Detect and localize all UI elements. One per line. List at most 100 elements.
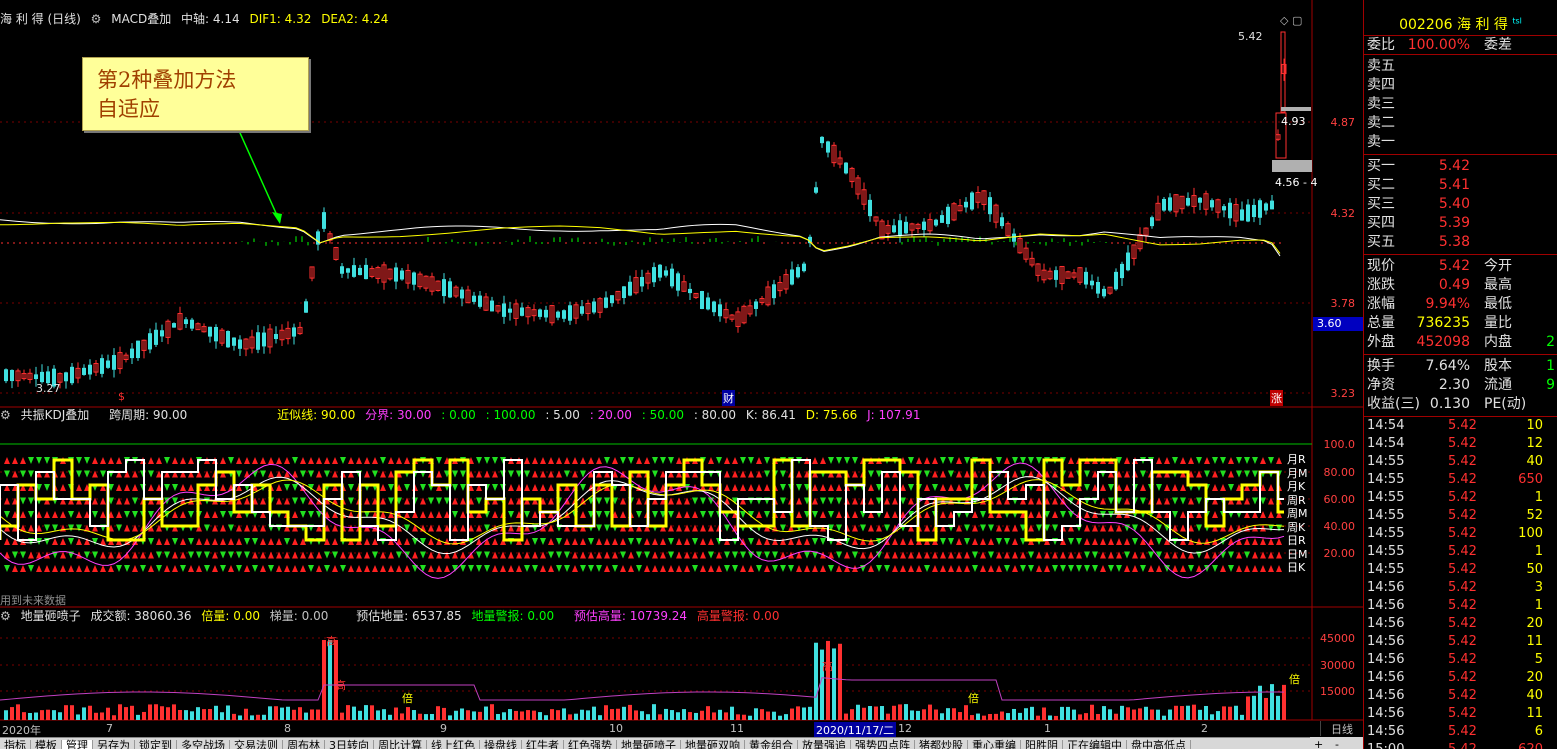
settings-gear-icon[interactable]: ⚙ [91,12,102,26]
kdj-arrow [788,565,794,572]
bottom-tab[interactable]: 地量砸喷子 [617,740,681,749]
trade-qty: 1 [1534,490,1543,505]
y-label-vol-3: 15000 [1320,685,1355,698]
kdj-arrow [1060,551,1066,559]
sell-order-row[interactable]: 卖三 [1364,95,1557,114]
kdj-arrow [796,470,802,478]
trade-time: 14:55 [1367,472,1405,487]
volume-bar [1186,705,1190,720]
kdj-arrow [1180,484,1186,491]
volume-bar [454,710,458,720]
kdj-arrow [908,565,914,572]
trade-time: 15:00 [1367,741,1404,749]
volume-bar [1210,714,1214,720]
bottom-tab[interactable]: 线上红色 [427,740,480,749]
chart-area[interactable]: 海 利 得 (日线) ⚙ MACD叠加 中轴: 4.14 DIF1: 4.32 … [0,0,1363,749]
indicator-name[interactable]: MACD叠加 [111,12,171,26]
kdj-arrow [596,565,602,572]
bottom-tab[interactable]: 黄金组合 [745,740,798,749]
kdj-arrow [1228,524,1234,532]
bottom-tab[interactable]: 3日转向 [325,740,374,749]
volume-bar [646,714,650,720]
candle-down [814,187,818,193]
bottom-tab[interactable]: 地量砸双响 [681,740,745,749]
kdj-arrow [1180,524,1186,532]
volume-bar [1198,709,1202,720]
bottom-tab[interactable]: 正在编辑中 [1063,740,1127,749]
sell-order-row[interactable]: 卖一 [1364,133,1557,152]
kdj-arrow [316,470,322,478]
volume-bar [1006,713,1010,720]
kdj-arrow [1036,565,1042,572]
window-toggle-icons[interactable]: ◇ ▢ [1280,14,1302,27]
sell-order-row[interactable]: 卖二 [1364,114,1557,133]
sell-order-row[interactable]: 卖五 [1364,57,1557,76]
bottom-tab[interactable]: 模板 [31,740,62,749]
kdj-arrow [1236,457,1242,464]
bottom-tab[interactable]: 管理 [62,740,93,749]
buy-order-row[interactable]: 买二 5.41 [1364,176,1557,195]
kdj-arrow [1116,565,1122,572]
kdj-arrow [108,457,114,464]
kdj-row-label: 周R [1287,493,1306,507]
y-label-kdj-1: 100.0 [1323,438,1356,451]
volume-bar [796,706,800,720]
kdj-arrow [60,538,66,545]
kdj-arrow [164,538,170,545]
kdj-arrow [84,551,90,559]
buy-order-row[interactable]: 买四 5.39 [1364,214,1557,233]
volume-bar [1174,705,1178,720]
bottom-tab[interactable]: 锁定到 [135,740,177,749]
bottom-tab[interactable]: 另存为 [93,740,135,749]
buy-order-row[interactable]: 买三 5.40 [1364,195,1557,214]
bottom-tab[interactable]: 红色强势 [564,740,617,749]
cai-marker[interactable]: 财 [722,390,735,406]
bottom-tab[interactable]: 放量强追 [798,740,851,749]
candle-down [604,297,608,308]
bottom-tab[interactable]: 多空战场 [177,740,230,749]
bottom-tab[interactable]: 猪都炒股 [915,740,968,749]
bottom-tab[interactable]: 交易法则 [230,740,283,749]
bottom-tab[interactable]: 指标 [0,740,31,749]
kdj-arrow [812,484,818,491]
kdj-arrow [1196,524,1202,532]
kdj-arrow [852,551,858,559]
zoom-out-button[interactable]: - [1331,738,1343,749]
kdj-arrow [1084,524,1090,532]
kdj-arrow [316,457,322,464]
kdj-arrow [668,538,674,545]
bottom-tab[interactable]: 重心重编 [968,740,1021,749]
candle-down [160,330,164,337]
bottom-tab[interactable]: 强势四点阵 [851,740,915,749]
bottom-tab[interactable]: 周比计算 [374,740,427,749]
kdj-arrow [276,565,282,572]
period-button[interactable]: 日线 [1320,721,1363,736]
kdj-arrow [868,470,874,478]
zhang-marker[interactable]: 涨 [1270,390,1283,406]
bottom-tab[interactable]: 红牛者 [522,740,564,749]
sell-order-row[interactable]: 卖四 [1364,76,1557,95]
buy-order-row[interactable]: 买一 5.42 [1364,157,1557,176]
volume-bar [136,714,140,720]
zoom-in-button[interactable]: + [1310,738,1327,749]
kdj-name[interactable]: 共振KDJ叠加 [21,408,90,422]
kdj-gear-icon[interactable]: ⚙ [0,408,11,422]
volume-name[interactable]: 地量砸喷子 [21,609,81,623]
bottom-tab[interactable]: 阳胜阴 [1021,740,1063,749]
order-level-label: 买一 [1367,158,1395,174]
bottom-tab[interactable]: 盘中高低点 [1127,740,1191,749]
kdj-arrow [1244,538,1250,545]
kdj-arrow [580,538,586,545]
kdj-arrow [148,484,154,491]
candle-down [610,295,614,304]
candle-down [664,270,668,276]
kdj-arrow [508,497,514,505]
kdj-arrow [420,565,426,572]
volume-gear-icon[interactable]: ⚙ [0,609,11,623]
kdj-arrow [1252,538,1258,545]
buy-order-row[interactable]: 买五 5.38 [1364,233,1557,252]
bottom-tab[interactable]: 操盘线 [480,740,522,749]
trade-time: 14:56 [1367,634,1405,649]
bottom-tab[interactable]: 周布林 [283,740,325,749]
kdj-arrow [476,457,482,464]
